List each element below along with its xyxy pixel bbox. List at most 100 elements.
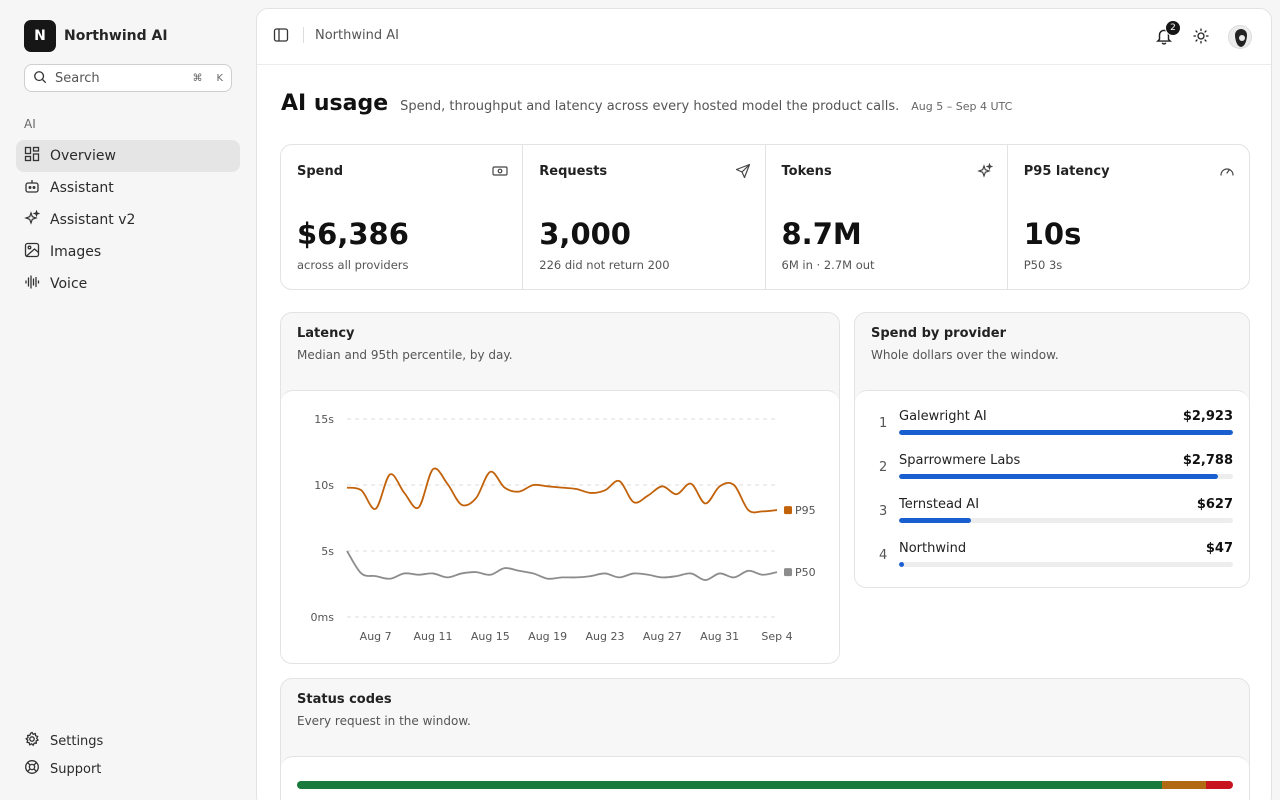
status-segment-200: [297, 781, 1163, 789]
x-tick-label: Aug 7: [360, 630, 392, 643]
provider-rank: 4: [879, 548, 888, 563]
sidebar-section-label: AI: [24, 117, 36, 131]
shortcut-key: K: [216, 72, 223, 84]
image-icon: [24, 242, 40, 262]
x-tick-label: Aug 19: [528, 630, 567, 643]
series-line-p95: [346, 467, 778, 514]
date-range: Aug 5 – Sep 4 UTC: [911, 100, 1013, 113]
sidebar-item-label: Voice: [50, 276, 88, 292]
sparkles-icon: [24, 209, 41, 230]
sidebar-item-settings[interactable]: Settings: [16, 727, 240, 755]
provider-rank: 2: [879, 460, 888, 475]
gear-icon: [24, 731, 40, 751]
series-label-p95: P95: [795, 504, 816, 517]
status-segment-4xx: [1162, 781, 1206, 789]
latency-card: Latency Median and 95th percentile, by d…: [280, 312, 840, 664]
sparkles-icon: [976, 162, 994, 179]
provider-row: 4 Northwind $47: [855, 541, 1249, 585]
provider-bar-fill: [899, 430, 1233, 435]
series-label-p50: P50: [795, 566, 816, 579]
page-title: AI usage: [281, 91, 389, 116]
status-codes-bar: [297, 781, 1233, 789]
y-tick-label: 5s: [321, 545, 334, 558]
x-tick-label: Aug 23: [586, 630, 625, 643]
main-panel: Northwind AI 2 AI usage Spend, throughpu…: [256, 8, 1272, 800]
stat-note: 6M in · 2.7M out: [781, 258, 875, 272]
gauge-icon: [1219, 163, 1235, 179]
sidebar-item-label: Images: [50, 244, 102, 260]
sidebar: N Northwind AI Search ⌘ K AI Overview As…: [0, 0, 256, 800]
sidebar-item-label: Assistant v2: [50, 212, 136, 228]
provider-bar-fill: [899, 474, 1218, 479]
x-tick-label: Aug 27: [643, 630, 682, 643]
stat-value: 10s: [1023, 217, 1082, 251]
provider-rank: 1: [879, 416, 888, 431]
sidebar-toggle-icon[interactable]: [271, 25, 291, 45]
legend-swatch-p50: [784, 568, 792, 577]
stat-value: $6,386: [297, 217, 409, 251]
sun-icon[interactable]: [1193, 28, 1211, 46]
sidebar-item-label: Assistant: [50, 180, 114, 196]
y-tick-label: 10s: [314, 479, 334, 492]
bot-icon: [24, 178, 40, 198]
provider-name: Northwind: [899, 541, 967, 556]
sidebar-item-label: Overview: [50, 148, 116, 164]
page-subtitle: Spend, throughput and latency across eve…: [400, 99, 900, 114]
avatar[interactable]: [1228, 25, 1252, 49]
shortcut-cmd: ⌘: [192, 72, 203, 84]
grid-icon: [24, 146, 40, 166]
sidebar-item-voice[interactable]: Voice: [16, 268, 240, 300]
sidebar-item-images[interactable]: Images: [16, 236, 240, 268]
provider-bar-track: [899, 518, 1233, 523]
sidebar-item-label: Support: [50, 761, 102, 777]
card-subtitle: Median and 95th percentile, by day.: [297, 348, 513, 362]
provider-value: $2,923: [1182, 409, 1233, 424]
sidebar-item-assistant[interactable]: Assistant: [16, 172, 240, 204]
provider-bar-track: [899, 474, 1233, 479]
search-placeholder: Search: [55, 70, 100, 86]
brand[interactable]: N Northwind AI: [24, 20, 168, 52]
provider-value: $47: [1205, 541, 1233, 556]
stat-note: 226 did not return 200: [539, 258, 670, 272]
provider-bar-track: [899, 430, 1233, 435]
card-title: Latency: [297, 326, 355, 341]
provider-card: Spend by provider Whole dollars over the…: [854, 312, 1250, 588]
stats-row: Spend $6,386 across all providers Reques…: [280, 144, 1250, 290]
provider-value: $627: [1196, 497, 1233, 512]
provider-row: 3 Ternstead AI $627: [855, 497, 1249, 541]
provider-row: 2 Sparrowmere Labs $2,788: [855, 453, 1249, 497]
provider-rank: 3: [879, 504, 888, 519]
stat-value: 8.7M: [781, 217, 862, 251]
provider-name: Galewright AI: [899, 409, 987, 424]
status-segment-5xx: [1205, 781, 1233, 789]
sidebar-item-overview[interactable]: Overview: [16, 140, 240, 172]
sidebar-item-assistant-v2[interactable]: Assistant v2: [16, 204, 240, 236]
sidebar-item-support[interactable]: Support: [16, 755, 240, 783]
x-tick-label: Aug 15: [471, 630, 510, 643]
x-tick-label: Aug 11: [414, 630, 453, 643]
stat-label: P95 latency: [1023, 164, 1110, 179]
y-tick-label: 0ms: [311, 611, 335, 624]
latency-chart-svg: 0ms 5s 10s 15s Aug 7 Aug 11 Aug 15 Aug 19 Aug 23…: [311, 413, 816, 643]
provider-bar-fill: [899, 518, 971, 523]
card-title: Status codes: [297, 692, 392, 707]
stat-tokens: Tokens 8.7M 6M in · 2.7M out: [766, 145, 1008, 289]
y-tick-label: 15s: [314, 413, 334, 426]
provider-list: 1 Galewright AI $2,923 2 Sparrowmere Lab…: [855, 390, 1249, 587]
breadcrumb[interactable]: Northwind AI: [315, 28, 399, 43]
card-title: Spend by provider: [871, 326, 1006, 341]
legend-swatch-p95: [784, 506, 792, 515]
provider-value: $2,788: [1182, 453, 1233, 468]
stat-requests: Requests 3,000 226 did not return 200: [523, 145, 766, 289]
sidebar-item-label: Settings: [50, 733, 104, 749]
x-tick-label: Sep 4: [761, 630, 792, 643]
search-input[interactable]: Search ⌘ K: [24, 64, 232, 92]
stat-label: Tokens: [781, 164, 832, 179]
audio-wave-icon: [24, 274, 40, 294]
status-codes-card: Status codes Every request in the window…: [280, 678, 1250, 800]
notification-badge: 2: [1165, 20, 1181, 36]
stat-spend: Spend $6,386 across all providers: [281, 145, 524, 289]
brand-name: Northwind AI: [64, 28, 168, 44]
latency-chart: 0ms 5s 10s 15s Aug 7 Aug 11 Aug 15 Aug 19 Aug 23…: [281, 390, 839, 663]
stat-note: across all providers: [297, 258, 409, 272]
